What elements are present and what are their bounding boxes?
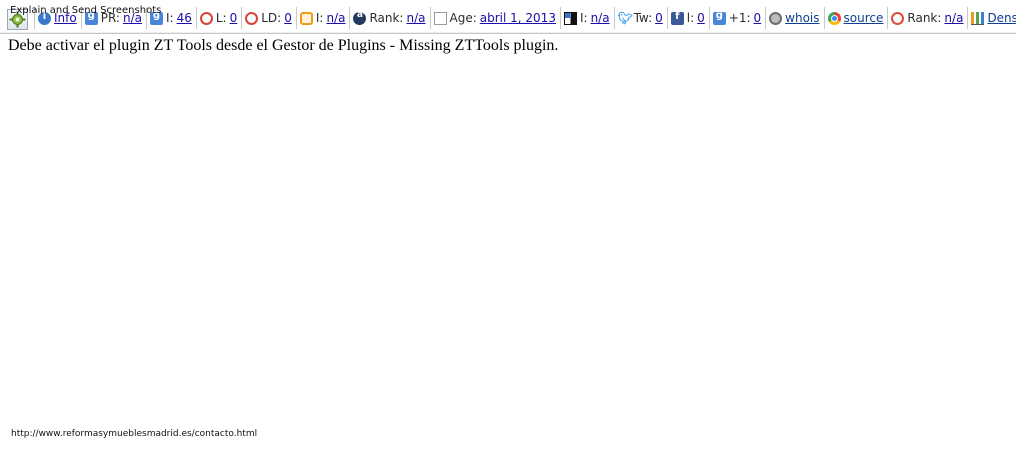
toolbar-item-value[interactable]: 0 (697, 11, 705, 25)
toolbar-item-label: l: (686, 11, 695, 25)
toolbar-item-value[interactable]: Density (987, 11, 1016, 25)
toolbar-item-value[interactable]: source (844, 11, 884, 25)
toolbar-item-value[interactable]: 0 (754, 11, 762, 25)
seo-toolbar: Explain and Send Screenshots Info PR: n/… (0, 0, 1016, 34)
toolbar-item-label: Tw: (633, 11, 653, 25)
toolbar-item-label: Rank: (907, 11, 942, 25)
toolbar-item-value[interactable]: abril 1, 2013 (480, 11, 556, 25)
toolbar-item-google-plus[interactable]: +1: 0 (710, 7, 767, 29)
toolbar-item-label: I: (579, 11, 588, 25)
toolbar-item-twitter[interactable]: 🐦︎ Tw: 0 (615, 7, 668, 29)
toolbar-item-value[interactable]: 0 (230, 11, 238, 25)
toolbar-item-links[interactable]: L: 0 (197, 7, 243, 29)
toolbar-item-label: I: (165, 11, 174, 25)
toolbar-item-label: I: (315, 11, 324, 25)
plugin-missing-message: Debe activar el plugin ZT Tools desde el… (8, 37, 559, 54)
age-icon (433, 11, 447, 25)
toolbar-item-whois[interactable]: whois (766, 7, 825, 29)
toolbar-item-value[interactable]: 0 (284, 11, 292, 25)
toolbar-item-label: LD: (261, 11, 282, 25)
density-icon (971, 11, 985, 25)
toolbar-item-value[interactable]: n/a (326, 11, 345, 25)
rank-icon (891, 11, 905, 25)
toolbar-item-value[interactable]: n/a (591, 11, 610, 25)
toolbar-item-value[interactable]: 46 (177, 11, 192, 25)
toolbar-item-value[interactable]: n/a (944, 11, 963, 25)
link-domains-icon (245, 11, 259, 25)
toolbar-item-value[interactable]: n/a (406, 11, 425, 25)
toolbar-item-label: Age: (449, 11, 477, 25)
toolbar-item-index[interactable]: I: n/a (297, 7, 351, 29)
explain-screenshot-caption: Explain and Send Screenshots (10, 5, 162, 16)
toolbar-item-density[interactable]: Density (968, 7, 1016, 29)
toolbar-items: Info PR: n/a I: 46 L: 0 LD: 0 I: n/a (34, 5, 1016, 31)
toolbar-item-label: Rank: (369, 11, 404, 25)
toolbar-item-value[interactable]: 0 (655, 11, 663, 25)
toolbar-item-value[interactable]: whois (785, 11, 819, 25)
whois-icon (769, 11, 783, 25)
twitter-icon: 🐦︎ (617, 10, 633, 25)
source-icon (827, 11, 841, 25)
toolbar-item-delicious[interactable]: I: n/a (561, 7, 615, 29)
toolbar-item-link-domains[interactable]: LD: 0 (242, 7, 297, 29)
toolbar-item-alexa-rank[interactable]: Rank: n/a (350, 7, 431, 29)
links-icon (199, 11, 213, 25)
delicious-icon (563, 11, 577, 25)
toolbar-item-rank[interactable]: Rank: n/a (888, 7, 969, 29)
toolbar-item-facebook[interactable]: l: 0 (668, 7, 710, 29)
status-bar-url: http://www.reformasymueblesmadrid.es/con… (11, 429, 258, 439)
index-icon (299, 11, 313, 25)
alexa-icon (353, 10, 367, 25)
toolbar-item-source[interactable]: source (825, 7, 889, 29)
toolbar-item-age[interactable]: Age: abril 1, 2013 (431, 7, 561, 29)
toolbar-item-label: L: (215, 11, 227, 25)
toolbar-item-label: +1: (728, 11, 751, 25)
facebook-icon (670, 11, 684, 25)
google-plus-icon (712, 10, 726, 25)
